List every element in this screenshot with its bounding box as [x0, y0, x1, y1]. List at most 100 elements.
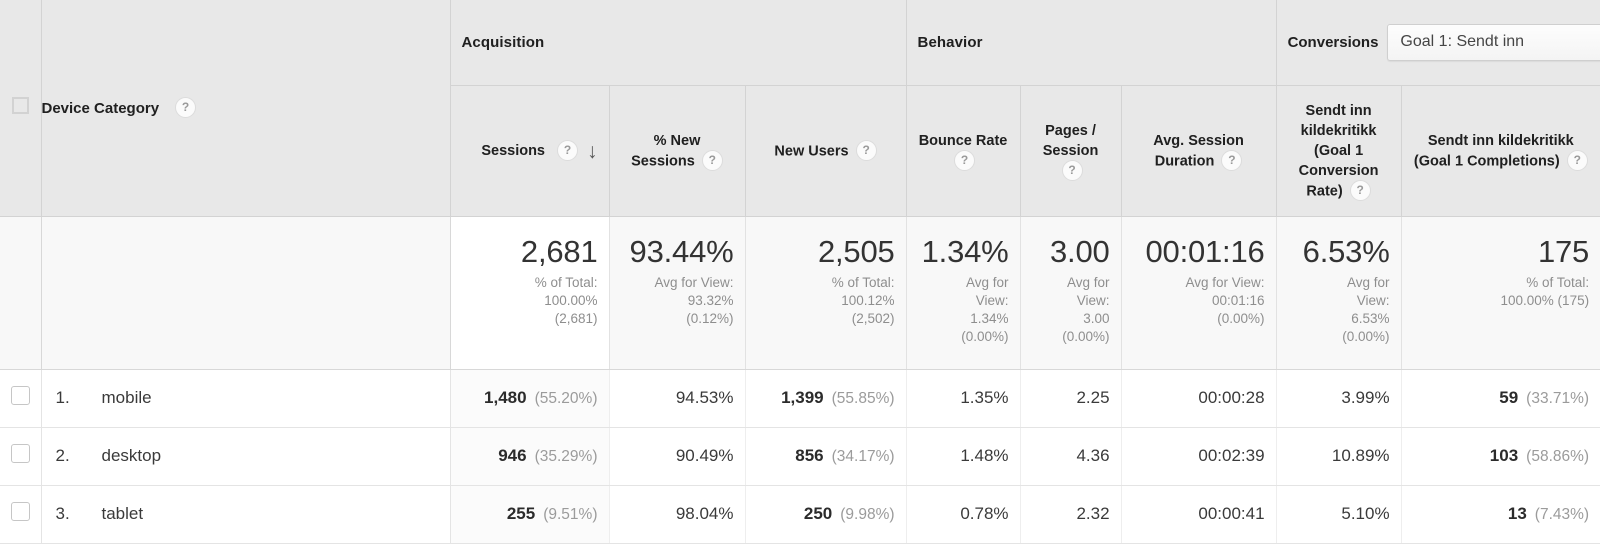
help-icon[interactable]: ?: [954, 149, 976, 171]
table-row[interactable]: 2. desktop 946 (35.29%) 90.49% 856 (34.17%…: [0, 427, 1600, 486]
cell-new-users-percent: (34.17%): [831, 448, 895, 466]
summary-value-goal1-conversion-rate: 6.53%: [1302, 234, 1390, 269]
row-dimension-cell: 2. desktop: [41, 427, 451, 486]
summary-cell-bounce-rate: 1.34% Avg for View: 1.34% (0.00%): [906, 216, 1021, 370]
sort-descending-icon[interactable]: ↓: [587, 141, 598, 162]
cell-sessions-percent: (35.29%): [534, 448, 598, 466]
cell-sessions: 255 (9.51%): [450, 485, 610, 544]
row-checkbox[interactable]: [10, 502, 30, 522]
row-dimension-label[interactable]: desktop: [102, 446, 162, 466]
column-header-goal1-conversion-rate[interactable]: Sendt inn kildekritikk (Goal 1 Conversio…: [1276, 85, 1402, 217]
row-index: 2.: [55, 446, 70, 466]
table-row[interactable]: 3. tablet 255 (9.51%) 98.04% 250 (9.98%) 0…: [0, 485, 1600, 544]
row-select-cell[interactable]: [0, 427, 42, 486]
row-checkbox[interactable]: [10, 444, 30, 464]
cell-goal1-conversion-rate: 3.99%: [1276, 369, 1402, 428]
help-icon[interactable]: ?: [557, 139, 578, 161]
cell-sessions-percent: (55.20%): [534, 390, 598, 408]
cell-goal1-completions: 13 (7.43%): [1401, 485, 1600, 544]
summary-sub-pages-session: Avg for View: 3.00 (0.00%): [1062, 274, 1110, 345]
column-header-avg-session-duration[interactable]: Avg. Session Duration ?: [1121, 85, 1277, 217]
cell-pages-session: 2.25: [1020, 369, 1122, 428]
table-row[interactable]: 1. mobile 1,480 (55.20%) 94.53% 1,399 (55.…: [0, 369, 1600, 428]
dimension-header-cell[interactable]: Device Category ?: [41, 0, 451, 217]
summary-value-sessions: 2,681: [520, 234, 598, 269]
cell-new-users-value: 250: [803, 504, 833, 524]
help-icon[interactable]: ?: [855, 139, 877, 161]
column-header-pct-new-sessions-label: % New Sessions: [631, 132, 701, 169]
row-index: 3.: [55, 504, 70, 524]
column-header-pages-session[interactable]: Pages / Session ?: [1020, 85, 1122, 217]
column-header-new-users-label: New Users: [774, 142, 849, 159]
cell-goal1-completions: 103 (58.86%): [1401, 427, 1600, 486]
cell-goal1-completions-percent: (58.86%): [1526, 448, 1590, 466]
summary-cell-new-users: 2,505 % of Total: 100.12% (2,502): [745, 216, 907, 370]
group-header-conversions: Conversions Goal 1: Sendt inn: [1276, 0, 1600, 86]
dimension-header-label: Device Category: [41, 99, 160, 117]
summary-checkbox-cell: [0, 216, 42, 370]
cell-sessions-value: 255: [506, 504, 536, 524]
group-header-behavior: Behavior: [906, 0, 1277, 86]
summary-cell-sessions: 2,681 % of Total: 100.00% (2,681): [450, 216, 610, 370]
summary-cell-goal1-conversion-rate: 6.53% Avg for View: 6.53% (0.00%): [1276, 216, 1402, 370]
goal-select[interactable]: Goal 1: Sendt inn: [1387, 24, 1600, 61]
cell-bounce-rate: 1.35%: [906, 369, 1021, 428]
cell-avg-session-duration: 00:02:39: [1121, 427, 1277, 486]
cell-new-users-value: 856: [795, 446, 824, 466]
cell-goal1-completions: 59 (33.71%): [1401, 369, 1600, 428]
group-header-acquisition: Acquisition: [450, 0, 907, 86]
help-icon[interactable]: ?: [1349, 179, 1371, 201]
analytics-device-category-table: Device Category ? Acquisition Behavior C…: [0, 0, 1600, 544]
summary-sub-goal1-completions: % of Total: 100.00% (175): [1500, 274, 1590, 308]
column-header-goal1-completions[interactable]: Sendt inn kildekritikk (Goal 1 Completio…: [1401, 85, 1600, 217]
summary-row: 2,681 % of Total: 100.00% (2,681) 93.44% A…: [0, 216, 1600, 370]
summary-dimension-cell: [41, 216, 451, 370]
cell-bounce-rate: 0.78%: [906, 485, 1021, 544]
select-all-checkbox[interactable]: [11, 97, 29, 114]
summary-value-bounce-rate: 1.34%: [921, 234, 1009, 269]
summary-sub-goal1-conversion-rate: Avg for View: 6.53% (0.00%): [1342, 274, 1390, 345]
cell-new-users-percent: (9.98%): [840, 506, 895, 524]
summary-sub-pct-new-sessions: Avg for View: 93.32% (0.12%): [654, 274, 734, 327]
help-icon[interactable]: ?: [1566, 149, 1588, 171]
cell-sessions-value: 1,480: [484, 388, 527, 408]
row-checkbox[interactable]: [10, 386, 30, 406]
cell-sessions: 1,480 (55.20%): [450, 369, 610, 428]
cell-new-users: 856 (34.17%): [745, 427, 907, 486]
cell-new-users-percent: (55.85%): [831, 390, 895, 408]
column-header-new-users[interactable]: New Users ?: [745, 85, 907, 217]
select-all-cell[interactable]: [0, 0, 42, 217]
help-icon[interactable]: ?: [1221, 149, 1243, 171]
help-icon[interactable]: ?: [701, 149, 723, 171]
cell-bounce-rate: 1.48%: [906, 427, 1021, 486]
row-select-cell[interactable]: [0, 369, 42, 428]
cell-avg-session-duration: 00:00:28: [1121, 369, 1277, 428]
conversions-label: Conversions: [1287, 34, 1379, 51]
cell-sessions-value: 946: [498, 446, 527, 466]
row-dimension-label[interactable]: tablet: [102, 504, 144, 524]
cell-sessions-percent: (9.51%): [543, 506, 598, 524]
header-group-row: Device Category ? Acquisition Behavior C…: [0, 0, 1600, 217]
column-header-pct-new-sessions[interactable]: % New Sessions ?: [609, 85, 746, 217]
column-header-bounce-rate-label: Bounce Rate: [918, 132, 1008, 149]
help-icon[interactable]: ?: [1061, 159, 1083, 181]
row-dimension-cell: 1. mobile: [41, 369, 451, 428]
summary-value-new-users: 2,505: [817, 234, 895, 269]
column-header-sessions[interactable]: Sessions ? ↓: [450, 85, 610, 217]
summary-value-pages-session: 3.00: [1049, 234, 1110, 269]
cell-new-users-value: 1,399: [781, 388, 824, 408]
cell-goal1-conversion-rate: 10.89%: [1276, 427, 1402, 486]
help-icon[interactable]: ?: [175, 96, 197, 118]
cell-pct-new-sessions: 98.04%: [609, 485, 746, 544]
column-header-bounce-rate[interactable]: Bounce Rate ?: [906, 85, 1021, 217]
summary-sub-new-users: % of Total: 100.12% (2,502): [831, 274, 895, 327]
row-dimension-label[interactable]: mobile: [102, 388, 152, 408]
cell-pct-new-sessions: 94.53%: [609, 369, 746, 428]
summary-sub-sessions: % of Total: 100.00% (2,681): [534, 274, 598, 327]
cell-goal1-completions-value: 103: [1489, 446, 1519, 466]
summary-sub-avg-session-duration: Avg for View: 00:01:16 (0.00%): [1185, 274, 1265, 327]
cell-new-users: 250 (9.98%): [745, 485, 907, 544]
row-select-cell[interactable]: [0, 485, 42, 544]
cell-pages-session: 2.32: [1020, 485, 1122, 544]
row-index: 1.: [55, 388, 70, 408]
